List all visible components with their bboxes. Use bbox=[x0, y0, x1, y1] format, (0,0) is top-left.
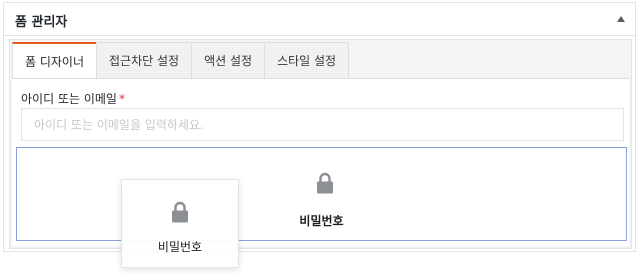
form-manager-panel: 폼 관리자 폼 디자이너 접근차단 설정 액션 설정 스타일 설정 아이디 또는… bbox=[3, 2, 636, 252]
lock-icon bbox=[172, 201, 188, 223]
dragged-password-field[interactable]: 비밀번호 bbox=[121, 179, 239, 268]
field-label-text: 아이디 또는 이메일 bbox=[21, 92, 117, 106]
tab-bar: 폼 디자이너 접근차단 설정 액션 설정 스타일 설정 bbox=[12, 42, 350, 78]
dragged-field-label: 비밀번호 bbox=[157, 240, 203, 254]
panel-title: 폼 관리자 bbox=[15, 15, 68, 30]
required-marker: * bbox=[118, 92, 125, 106]
tab-action-settings[interactable]: 액션 설정 bbox=[191, 42, 266, 78]
designer-canvas: 아이디 또는 이메일* 비밀번호 bbox=[12, 78, 629, 246]
tab-style-settings[interactable]: 스타일 설정 bbox=[264, 42, 350, 78]
panel-body: 폼 디자이너 접근차단 설정 액션 설정 스타일 설정 아이디 또는 이메일 * … bbox=[9, 39, 632, 249]
lock-icon bbox=[317, 172, 333, 194]
tab-form-designer[interactable]: 폼 디자이너 bbox=[12, 42, 98, 78]
collapse-arrow-icon[interactable] bbox=[617, 16, 625, 22]
password-field-label: 비밀번호 bbox=[299, 214, 344, 228]
password-field-dropzone[interactable]: 비밀번호 bbox=[16, 147, 627, 241]
id-email-field-label: 아이디 또는 이메일 * bbox=[21, 90, 125, 107]
tab-access-block-settings[interactable]: 접근차단 설정 bbox=[96, 42, 193, 78]
panel-header[interactable]: 폼 관리자 bbox=[4, 3, 635, 36]
id-email-input[interactable] bbox=[21, 108, 624, 141]
